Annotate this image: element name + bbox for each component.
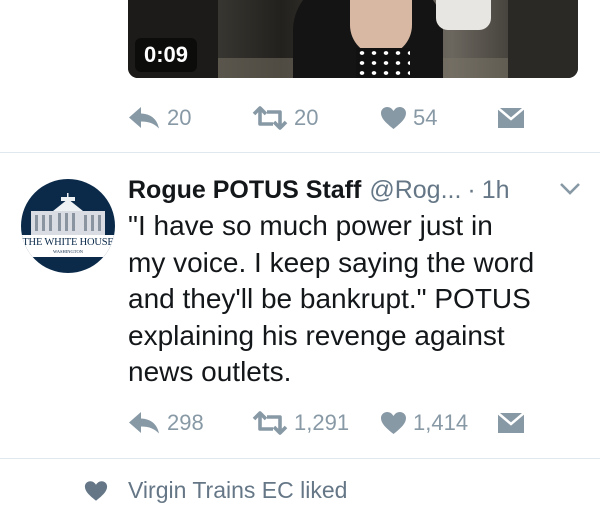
avatar-label: THE WHITE HOUSE [22, 237, 114, 248]
like-count: 54 [413, 105, 438, 130]
tweet-timestamp: 1h [481, 176, 510, 204]
liked-notice[interactable]: Virgin Trains EC liked [128, 477, 347, 504]
like-count: 1,414 [413, 410, 469, 435]
reply-button[interactable]: 20 [128, 101, 191, 135]
retweet-icon [252, 411, 288, 435]
envelope-icon [497, 412, 525, 434]
video-shirt [436, 0, 491, 30]
retweet-icon [252, 106, 288, 130]
avatar[interactable]: THE WHITE HOUSE WASHINGTON [21, 179, 115, 273]
retweet-button[interactable]: 20 [252, 101, 318, 135]
direct-message-button[interactable] [497, 101, 525, 135]
author-handle[interactable]: @Rog... [369, 176, 461, 205]
like-button[interactable]: 54 [380, 101, 437, 135]
reply-icon [128, 106, 161, 130]
envelope-icon [497, 107, 525, 129]
reply-count: 20 [167, 105, 192, 130]
tweet-menu-button[interactable] [559, 182, 581, 201]
avatar-sublabel: WASHINGTON [53, 249, 83, 254]
direct-message-button[interactable] [497, 406, 525, 440]
heart-icon [380, 106, 407, 130]
chevron-down-icon [560, 183, 580, 195]
video-duration: 0:09 [135, 38, 198, 72]
retweet-count: 1,291 [294, 410, 350, 435]
divider [0, 458, 600, 459]
tweet-header: Rogue POTUS Staff @Rog... · 1h [128, 176, 510, 206]
retweet-count: 20 [294, 105, 319, 130]
heart-icon [380, 411, 407, 435]
video-figure-right [508, 0, 578, 78]
like-button[interactable]: 1,414 [380, 406, 468, 440]
retweet-button[interactable]: 1,291 [252, 406, 349, 440]
tweet-text: "I have so much power just in my voice. … [128, 210, 535, 387]
reply-button[interactable]: 298 [128, 406, 204, 440]
author-name[interactable]: Rogue POTUS Staff [128, 176, 361, 205]
white-house-icon [31, 193, 105, 235]
heart-icon [84, 481, 108, 501]
tweet-actions: 298 1,291 1,414 [128, 406, 568, 440]
reply-count: 298 [167, 410, 204, 435]
reply-icon [128, 411, 161, 435]
divider [0, 152, 600, 153]
video-polka-dots [356, 48, 410, 78]
header-separator: · [467, 176, 476, 204]
liked-notice-icon-row [84, 476, 108, 506]
top-tweet-actions: 20 20 54 [128, 101, 568, 135]
